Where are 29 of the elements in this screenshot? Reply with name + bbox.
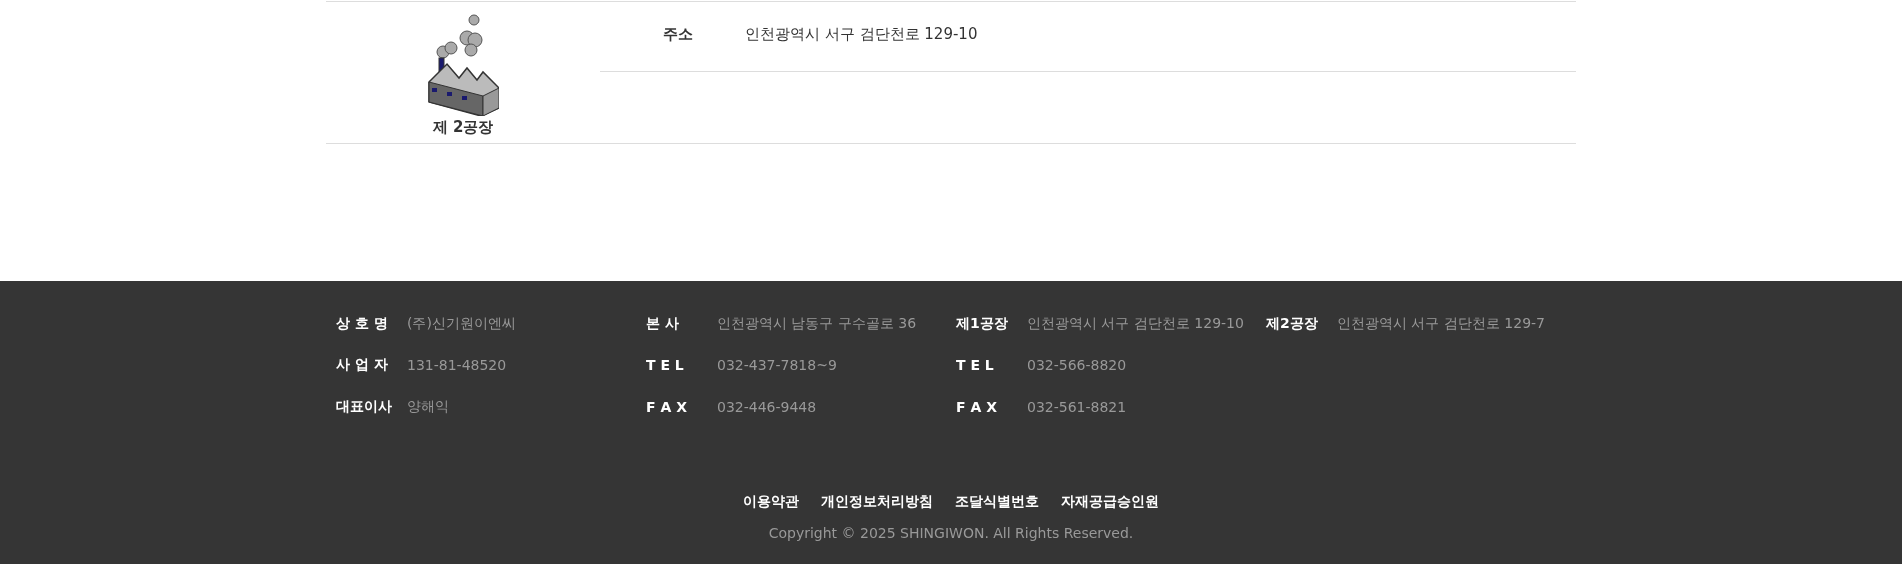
- footer-link[interactable]: 개인정보처리방침: [821, 492, 933, 511]
- field-value: 인천광역시 서구 검단천로 129-10: [745, 25, 978, 44]
- info-label: 제2공장: [1266, 314, 1319, 333]
- info-value: 032-437-7818~9: [717, 357, 837, 374]
- footer-link[interactable]: 자재공급승인원: [1061, 492, 1159, 511]
- info-value: 032-446-9448: [717, 398, 817, 415]
- field-label: 주소: [662, 25, 694, 44]
- info-label: T E L: [956, 357, 995, 374]
- info-value: 032-566-8820: [1027, 357, 1127, 374]
- info-label: 사 업 자: [336, 356, 389, 375]
- info-value: 131-81-48520: [407, 357, 507, 374]
- plant-name: 제 2공장: [432, 118, 494, 137]
- info-value: 인천광역시 서구 검단천로 129-7: [1337, 314, 1546, 333]
- info-value: 양해익: [407, 397, 449, 416]
- info-label: F A X: [646, 398, 688, 415]
- info-label: T E L: [646, 357, 685, 374]
- info-value: (주)신기원이엔씨: [407, 314, 516, 333]
- info-value: 인천광역시 남동구 구수골로 36: [717, 314, 917, 333]
- footer-link[interactable]: 조달식별번호: [955, 492, 1039, 511]
- info-label: 상 호 명: [336, 314, 389, 333]
- info-value: 인천광역시 서구 검단천로 129-10: [1027, 314, 1244, 333]
- info-value: 032-561-8821: [1027, 398, 1127, 415]
- info-label: 대표이사: [336, 397, 393, 416]
- factory-icon: [427, 12, 499, 116]
- footer-link[interactable]: 이용약관: [743, 492, 799, 511]
- copyright-text: Copyright © 2025 SHINGIWON. All Rights Reserved.: [767, 524, 1135, 541]
- info-label: 본 사: [646, 314, 680, 333]
- info-label: F A X: [956, 398, 998, 415]
- info-label: 제1공장: [956, 314, 1009, 333]
